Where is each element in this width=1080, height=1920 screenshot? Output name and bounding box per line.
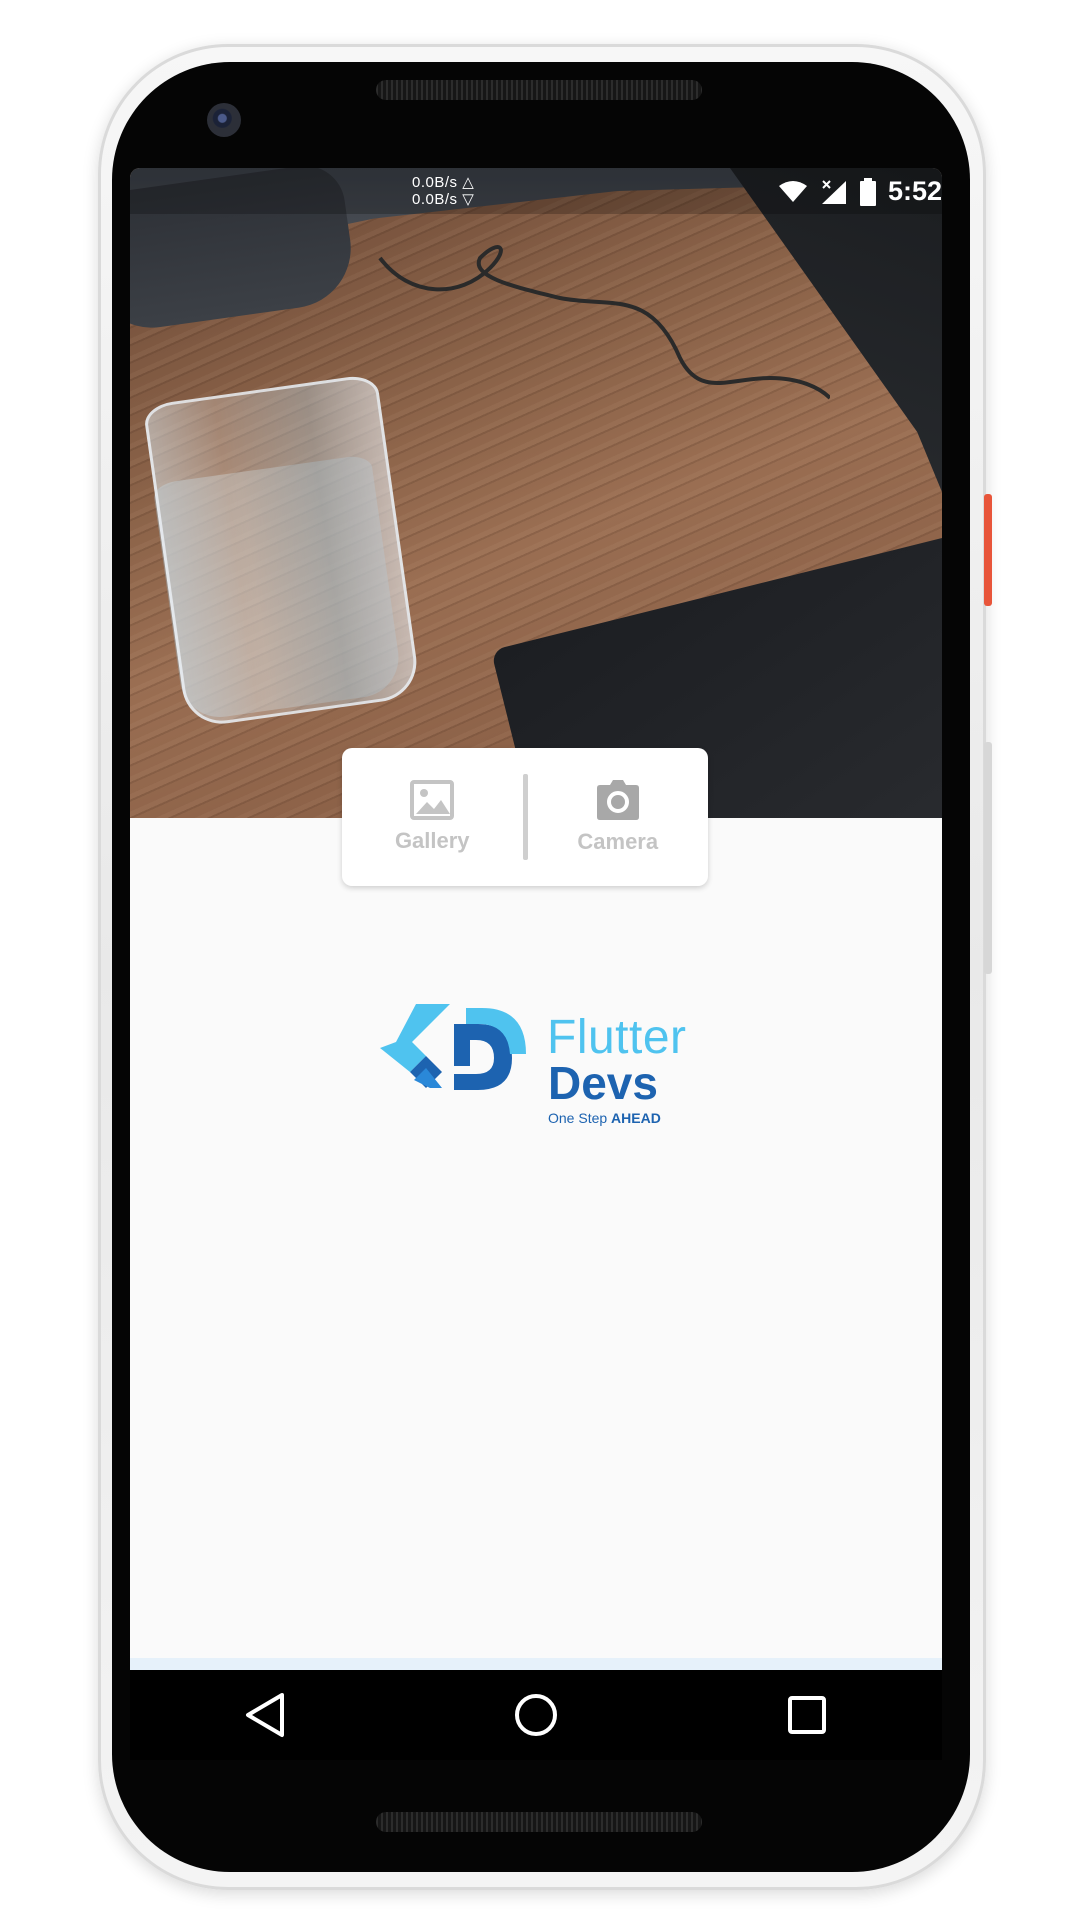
gallery-label: Gallery <box>394 828 470 853</box>
front-camera-lens <box>207 103 241 137</box>
photo-glass <box>142 373 422 729</box>
back-button[interactable] <box>235 1685 295 1745</box>
volume-button[interactable] <box>984 742 992 974</box>
bottom-strip <box>130 1658 942 1670</box>
signal-icon <box>821 179 846 204</box>
battery-icon <box>859 177 876 206</box>
power-button[interactable] <box>984 494 992 606</box>
image-source-picker: Gallery Camera <box>342 748 708 886</box>
phone-screen: 0.0B/s △ 0.0B/s ▽ 5:52 Gallery Camera Fl… <box>130 168 942 1760</box>
logo-tagline-prefix: One Step <box>548 1110 608 1126</box>
back-icon <box>246 1693 285 1737</box>
home-button[interactable] <box>506 1685 566 1745</box>
wifi-icon <box>778 180 807 202</box>
camera-label: Camera <box>577 829 659 854</box>
bottom-speaker <box>376 1812 702 1832</box>
flutterdevs-logo: Flutter Devs One Step AHEAD <box>380 1004 720 1126</box>
home-icon <box>514 1694 557 1736</box>
download-speed: 0.0B/s ▽ <box>412 191 475 208</box>
status-bar: 0.0B/s △ 0.0B/s ▽ 5:52 <box>130 168 942 214</box>
clock: 5:52 <box>887 176 942 206</box>
logo-tagline: One Step AHEAD <box>548 1110 661 1126</box>
logo-word-devs: Devs <box>548 1057 658 1109</box>
flutterdevs-logo-mark <box>380 1004 526 1090</box>
recents-icon <box>787 1696 826 1734</box>
navigation-bar <box>130 1670 942 1760</box>
gallery-button[interactable]: Gallery <box>342 748 523 886</box>
upload-speed: 0.0B/s △ <box>412 174 475 191</box>
network-speed: 0.0B/s △ 0.0B/s ▽ <box>412 174 474 208</box>
camera-button[interactable]: Camera <box>528 748 709 886</box>
image-icon <box>410 780 455 820</box>
recents-button[interactable] <box>777 1685 837 1745</box>
camera-icon <box>596 780 639 820</box>
logo-tagline-emphasis: AHEAD <box>611 1110 661 1126</box>
status-icons: 5:52 <box>778 176 942 207</box>
photo-cable <box>378 245 830 400</box>
earpiece-speaker <box>376 80 702 100</box>
selected-photo <box>130 168 942 818</box>
